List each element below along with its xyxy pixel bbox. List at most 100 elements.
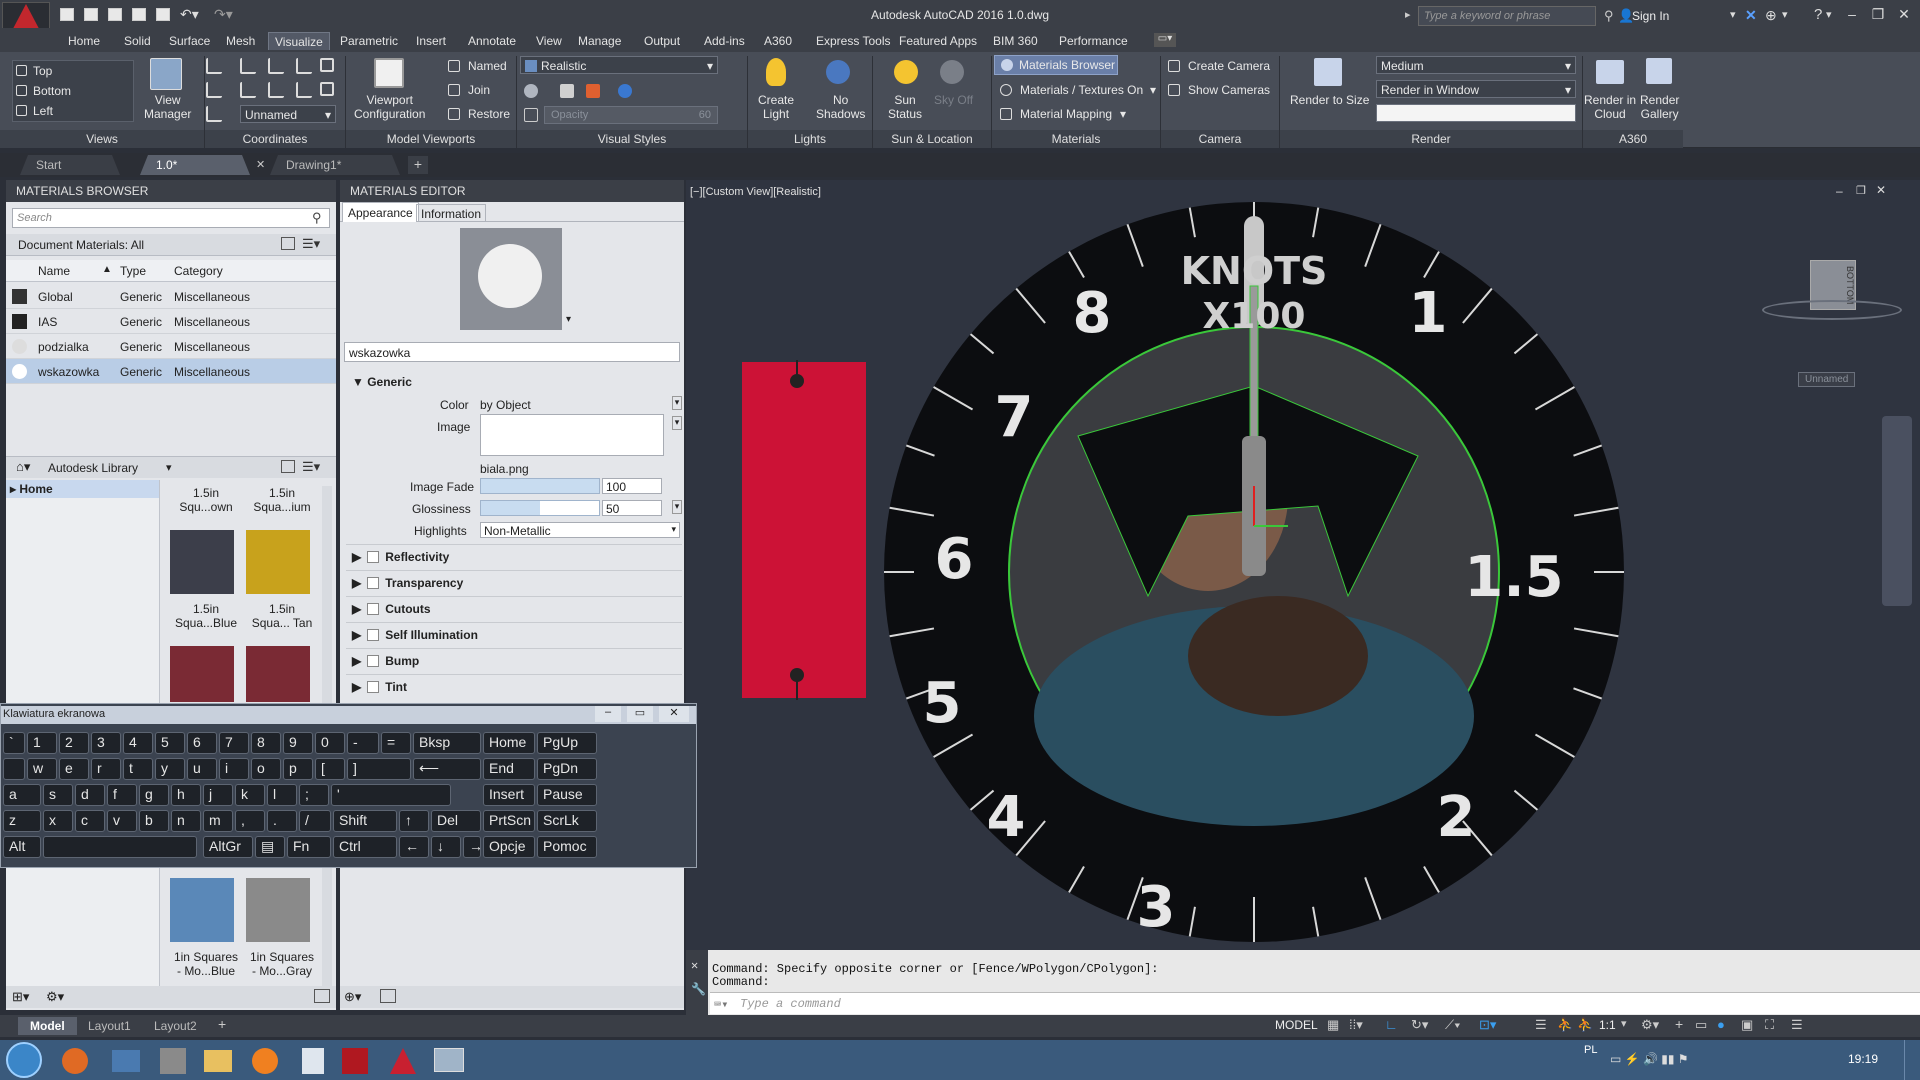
restore-viewports-button[interactable]: Restore	[468, 107, 510, 121]
osk-key[interactable]: `	[3, 732, 25, 754]
grid-view-icon[interactable]	[281, 237, 295, 250]
show-cameras-button[interactable]: Show Cameras	[1188, 83, 1270, 97]
osk-key[interactable]: ]	[347, 758, 411, 780]
sign-in-dropdown-icon[interactable]: ▾	[1730, 8, 1736, 21]
osk-key[interactable]: →	[463, 836, 481, 858]
osk-key[interactable]: k	[235, 784, 265, 806]
monitor-icon[interactable]: ▭	[1695, 1017, 1707, 1033]
osk-key[interactable]: Alt	[3, 836, 41, 858]
glossiness-value[interactable]: 50	[602, 500, 662, 516]
osk-key[interactable]: ;	[299, 784, 329, 806]
material-options-icon[interactable]: ⚙▾	[46, 989, 64, 1005]
navigation-bar[interactable]	[1882, 416, 1912, 606]
annotation-icon[interactable]: ⛹	[1557, 1017, 1573, 1033]
osk-key[interactable]: t	[123, 758, 153, 780]
osk-key[interactable]: 6	[187, 732, 217, 754]
osk-key[interactable]: '	[331, 784, 451, 806]
osk-key[interactable]: r	[91, 758, 121, 780]
notepad-icon[interactable]	[302, 1048, 324, 1074]
osk-key[interactable]	[3, 758, 25, 780]
workspace-gear-icon[interactable]: ⚙▾	[1641, 1017, 1659, 1033]
osk-key[interactable]: 9	[283, 732, 313, 754]
tab-output[interactable]: Output	[638, 32, 686, 50]
material-thumbnail[interactable]	[170, 646, 234, 702]
tab-annotate[interactable]: Annotate	[462, 32, 522, 50]
chevron-down-icon[interactable]: ▾	[1621, 1017, 1627, 1030]
table-row[interactable]: Global Generic Miscellaneous	[6, 284, 336, 309]
media-player-icon[interactable]	[252, 1048, 278, 1074]
image-fade-value[interactable]: 100	[602, 478, 662, 494]
exchange-icon[interactable]: ✕	[1745, 7, 1757, 24]
osk-key[interactable]: AltGr	[203, 836, 253, 858]
chevron-down-icon[interactable]: ▾	[1150, 83, 1156, 97]
ribbon-minimize-icon[interactable]: ▭▾	[1154, 33, 1176, 47]
tab-layout1[interactable]: Layout1	[80, 1017, 139, 1035]
glossiness-slider[interactable]	[480, 500, 600, 516]
home-icon[interactable]: ⌂▾	[16, 459, 30, 475]
a360-icon[interactable]: ⊕	[1765, 7, 1777, 24]
app-icon[interactable]	[112, 1050, 140, 1072]
table-row[interactable]: IAS Generic Miscellaneous	[6, 309, 336, 334]
help-icon[interactable]: ?	[1814, 6, 1822, 23]
create-light-button[interactable]: Create Light	[758, 93, 794, 121]
autocad-taskbar-icon[interactable]	[390, 1048, 416, 1074]
view-left[interactable]: Left	[33, 104, 53, 118]
osk-key[interactable]	[43, 836, 197, 858]
osk-key[interactable]: Fn	[287, 836, 331, 858]
ucs-view-icon[interactable]	[296, 58, 312, 74]
material-thumbnail[interactable]	[170, 530, 234, 594]
section-checkbox[interactable]	[367, 577, 380, 589]
no-shadows-button[interactable]: No Shadows	[816, 93, 865, 121]
ucs-object-icon[interactable]	[320, 58, 334, 72]
osk-key[interactable]: Insert	[483, 784, 535, 806]
add-layout-icon[interactable]: +	[218, 1016, 226, 1032]
grid-view-icon[interactable]	[281, 460, 295, 473]
osk-key[interactable]: Del	[431, 810, 481, 832]
image-fade-slider[interactable]	[480, 478, 600, 494]
image-filename[interactable]: biala.png	[480, 462, 529, 476]
binoculars-icon[interactable]: ⚲	[1604, 8, 1614, 24]
tab-manage[interactable]: Manage	[572, 32, 627, 50]
osk-key[interactable]: -	[347, 732, 379, 754]
section-generic[interactable]: ▼ Generic	[346, 370, 682, 394]
visual-style-dropdown[interactable]: Realistic ▾	[520, 56, 718, 74]
osk-key[interactable]: =	[381, 732, 411, 754]
material-thumbnail[interactable]	[246, 530, 310, 594]
open-browser-icon[interactable]	[380, 989, 396, 1003]
osk-key[interactable]: 1	[27, 732, 57, 754]
acrobat-icon[interactable]	[342, 1048, 368, 1074]
section-checkbox[interactable]	[367, 551, 380, 563]
start-button[interactable]	[6, 1042, 42, 1078]
tab-performance[interactable]: Performance	[1053, 32, 1134, 50]
osk-key[interactable]: o	[251, 758, 281, 780]
plus-icon[interactable]: +	[1675, 1016, 1683, 1032]
isolate-icon[interactable]: ●	[1717, 1017, 1725, 1032]
ucs-icon[interactable]	[206, 58, 222, 74]
osk-key[interactable]: PgUp	[537, 732, 597, 754]
lineweight-icon[interactable]: ☰	[1535, 1017, 1547, 1033]
tab-express-tools[interactable]: Express Tools	[810, 32, 896, 50]
osk-key[interactable]: ▤	[255, 836, 285, 858]
opacity-slider[interactable]: Opacity 60	[544, 106, 718, 124]
close-icon[interactable]: ✕	[1892, 6, 1916, 24]
section-cutouts[interactable]: ▶ Cutouts	[346, 596, 682, 620]
osk-key[interactable]: ←	[399, 836, 429, 858]
ucs-face-icon[interactable]	[320, 82, 334, 96]
materials-browser-button[interactable]: Materials Browser	[994, 55, 1118, 75]
edge-effects-icon[interactable]	[524, 84, 538, 98]
viewport-controls-label[interactable]: [−][Custom View][Realistic]	[690, 186, 821, 198]
game-icon[interactable]	[160, 1048, 186, 1074]
library-name[interactable]: Autodesk Library	[48, 461, 138, 475]
viewport-close-icon[interactable]: ✕	[1876, 183, 1886, 197]
tab-mesh[interactable]: Mesh	[220, 32, 261, 50]
tab-surface[interactable]: Surface	[163, 32, 216, 50]
close-icon[interactable]: ✕	[691, 958, 698, 973]
osk-key[interactable]: x	[43, 810, 73, 832]
help-search-input[interactable]: Type a keyword or phrase	[1418, 6, 1596, 26]
osk-key[interactable]: 4	[123, 732, 153, 754]
customization-icon[interactable]: ☰	[1791, 1017, 1803, 1033]
tab-information[interactable]: Information	[416, 204, 487, 222]
osk-key[interactable]: z	[3, 810, 41, 832]
airspeed-dial[interactable]: KNOTS X100 8 1 7 6 1.5 5 4 2 3	[878, 196, 1630, 948]
osk-key[interactable]: m	[203, 810, 233, 832]
